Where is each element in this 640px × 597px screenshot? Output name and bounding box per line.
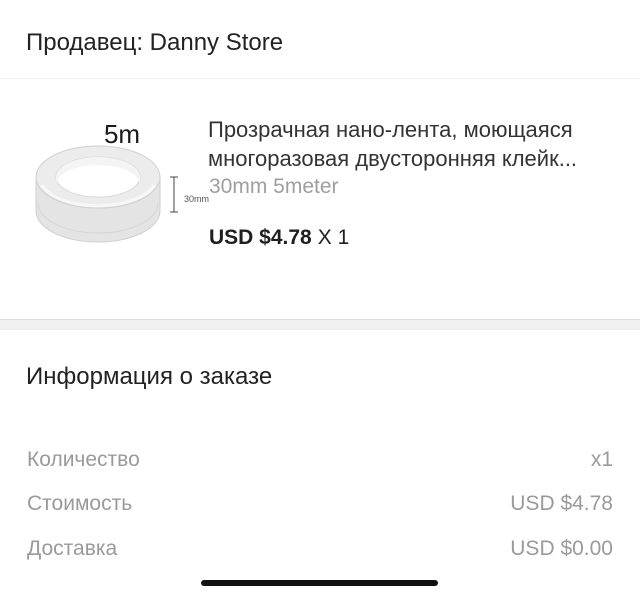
order-row-shipping: Доставка USD $0.00	[0, 537, 640, 567]
order-row-cost: Стоимость USD $4.78	[0, 492, 640, 522]
order-row-label: Стоимость	[27, 492, 133, 515]
section-separator	[0, 319, 640, 330]
order-row-label: Доставка	[27, 537, 118, 560]
product-title[interactable]: Прозрачная нано-лента, моющаяся многораз…	[208, 115, 618, 173]
order-details-page: Продавец: Danny Store 5m 30mm Прозрачная…	[0, 0, 640, 597]
thumbnail-width-caption: 30mm	[184, 194, 210, 204]
order-row-label: Количество	[27, 448, 140, 471]
order-row-value: x1	[590, 448, 613, 471]
order-row-value: USD $0.00	[510, 537, 613, 560]
product-thumbnail[interactable]: 5m 30mm	[28, 115, 209, 275]
product-quantity: X 1	[317, 226, 350, 249]
product-item[interactable]: 5m 30mm Прозрачная нано-лента, моющаяся …	[0, 79, 640, 319]
product-variant: 30mm 5meter	[209, 175, 339, 198]
order-info-title: Информация о заказе	[26, 363, 273, 390]
product-price: USD $4.78	[209, 226, 312, 249]
tape-roll-image	[35, 145, 178, 243]
seller-name: Продавец: Danny Store	[26, 29, 284, 56]
product-title-line-2: многоразовая двусторонняя клейк...	[208, 146, 578, 171]
order-row-quantity: Количество x1	[0, 448, 640, 478]
product-title-line-1: Прозрачная нано-лента, моющаяся	[208, 117, 573, 142]
home-indicator-bar[interactable]	[201, 580, 438, 586]
seller-row[interactable]: Продавец: Danny Store	[0, 0, 640, 78]
product-price-line: USD $4.78 X 1	[209, 226, 349, 250]
order-row-value: USD $4.78	[510, 492, 613, 515]
